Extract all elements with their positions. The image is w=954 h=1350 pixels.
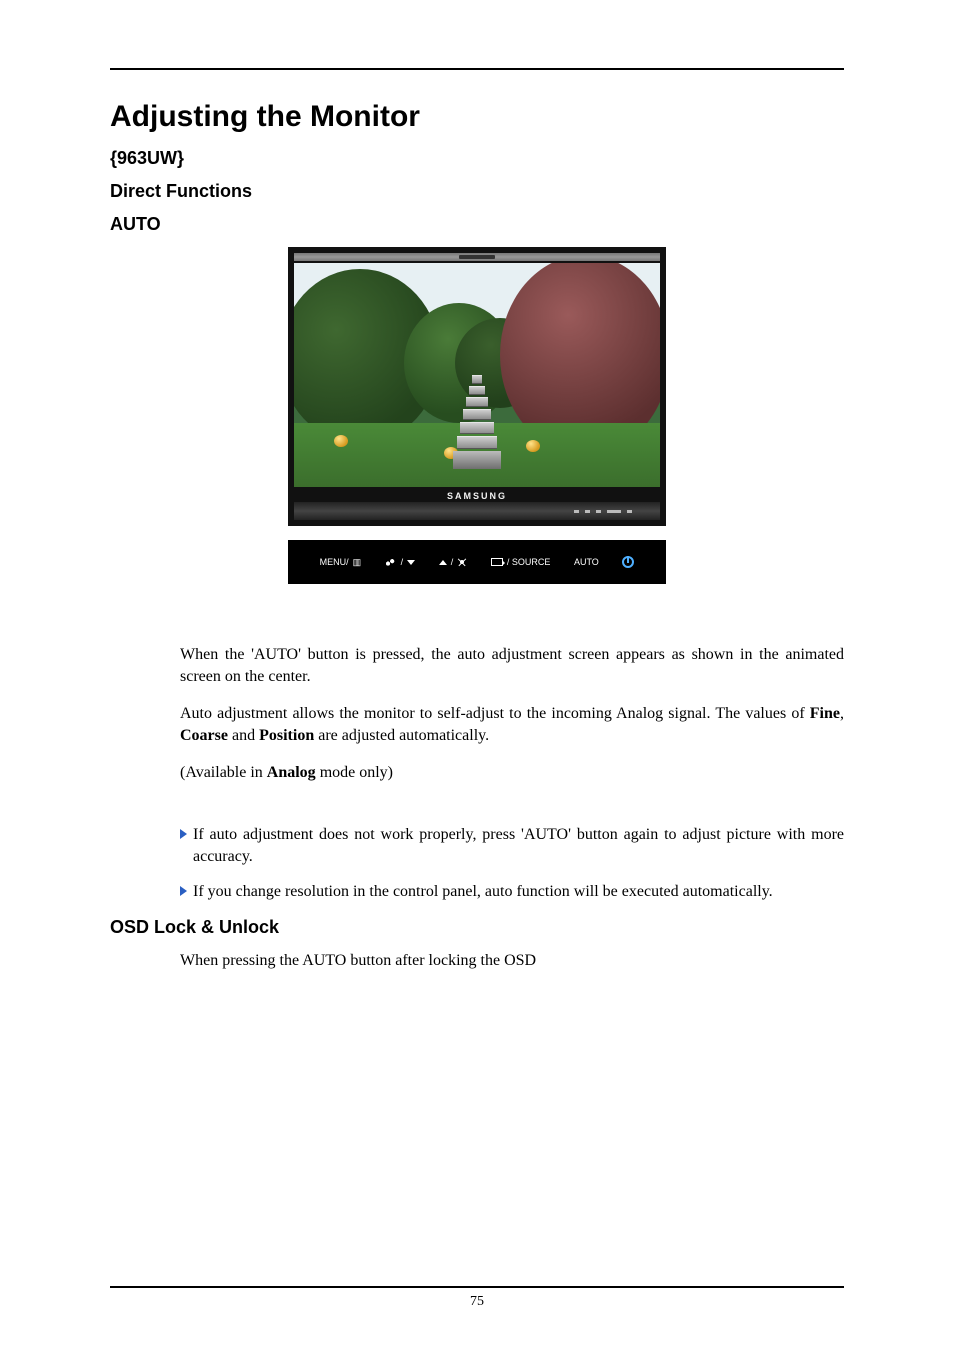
paragraph-3: (Available in Analog mode only) bbox=[180, 762, 844, 784]
lamp-1 bbox=[334, 435, 348, 447]
direct-functions-heading: Direct Functions bbox=[110, 181, 844, 202]
note-1-text: If auto adjustment does not work properl… bbox=[193, 824, 844, 867]
power-button-group bbox=[622, 556, 634, 568]
monitor-illustration: SAMSUNG bbox=[288, 247, 666, 526]
osd-button-bar: MENU/ ▥ / / / SOURCE AUTO bbox=[288, 540, 666, 584]
page-title: Adjusting the Monitor bbox=[110, 100, 844, 134]
model-heading: {963UW} bbox=[110, 148, 844, 169]
bottom-horizontal-rule bbox=[110, 1286, 844, 1288]
note-item-2: If you change resolution in the control … bbox=[180, 881, 844, 903]
monitor-top-bezel bbox=[294, 253, 660, 261]
up-button-group: / bbox=[439, 557, 468, 567]
triangle-up-icon bbox=[439, 560, 447, 565]
p2-sep2: and bbox=[228, 727, 259, 744]
note-item-1: If auto adjustment does not work properl… bbox=[180, 824, 844, 867]
osd-intro-block: When pressing the AUTO button after lock… bbox=[180, 950, 844, 972]
p2-sep1: , bbox=[840, 705, 844, 722]
power-icon bbox=[622, 556, 634, 568]
triangle-down-icon bbox=[407, 560, 415, 565]
p2-b: are adjusted automatically. bbox=[314, 727, 489, 744]
p2-coarse: Coarse bbox=[180, 727, 228, 744]
down-button-group: / bbox=[385, 557, 416, 567]
p3-analog: Analog bbox=[267, 764, 316, 781]
monitor-brand-label: SAMSUNG bbox=[294, 487, 660, 502]
monitor-screen bbox=[294, 263, 660, 487]
note-2-text: If you change resolution in the control … bbox=[193, 881, 773, 903]
figure-area: SAMSUNG MENU/ ▥ / / / SOURCE bbox=[110, 247, 844, 584]
source-label: / SOURCE bbox=[507, 557, 551, 567]
paragraph-2: Auto adjustment allows the monitor to se… bbox=[180, 703, 844, 746]
auto-button-label: AUTO bbox=[574, 557, 599, 567]
source-button-group: / SOURCE bbox=[491, 557, 551, 567]
p2-fine: Fine bbox=[810, 705, 840, 722]
p2-position: Position bbox=[259, 727, 314, 744]
monitor-base bbox=[294, 502, 660, 520]
pagoda bbox=[453, 375, 501, 469]
brightness-icon bbox=[457, 557, 467, 567]
body-text: When the 'AUTO' button is pressed, the a… bbox=[180, 644, 844, 903]
arrow-bullet-icon bbox=[180, 886, 187, 896]
note-list: If auto adjustment does not work properl… bbox=[180, 824, 844, 903]
osd-intro-text: When pressing the AUTO button after lock… bbox=[180, 950, 844, 972]
page-number: 75 bbox=[110, 1294, 844, 1310]
slash-down: / bbox=[401, 557, 404, 567]
osd-lock-heading: OSD Lock & Unlock bbox=[110, 917, 844, 938]
p2-a: Auto adjustment allows the monitor to se… bbox=[180, 705, 810, 722]
menu-button-label: MENU/ ▥ bbox=[320, 557, 362, 568]
menu-glyph: ▥ bbox=[353, 557, 362, 568]
p3-b: mode only) bbox=[316, 764, 393, 781]
auto-heading: AUTO bbox=[110, 214, 844, 235]
page-footer: 75 bbox=[110, 1286, 844, 1310]
arrow-bullet-icon bbox=[180, 829, 187, 839]
enter-icon bbox=[491, 558, 503, 566]
menu-text: MENU/ bbox=[320, 557, 349, 567]
top-horizontal-rule bbox=[110, 68, 844, 70]
monitor-slot bbox=[459, 255, 495, 259]
slash-up: / bbox=[451, 557, 454, 567]
lamp-3 bbox=[526, 440, 540, 452]
paragraph-1: When the 'AUTO' button is pressed, the a… bbox=[180, 644, 844, 687]
p3-a: (Available in bbox=[180, 764, 267, 781]
magic-bright-icon bbox=[385, 558, 397, 566]
